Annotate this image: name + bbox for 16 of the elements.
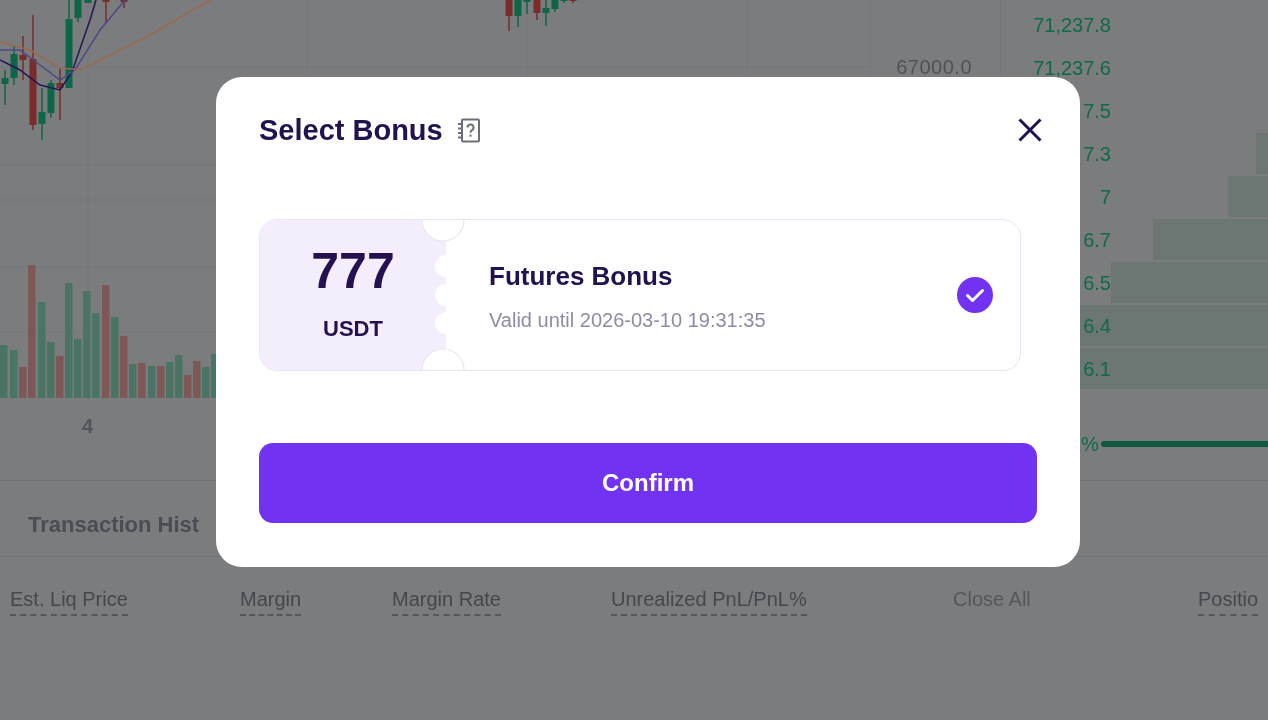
- bonus-title: Futures Bonus: [489, 260, 673, 292]
- close-button[interactable]: [1018, 118, 1042, 142]
- bonus-amount: 777: [311, 242, 395, 300]
- help-icon[interactable]: [456, 117, 481, 143]
- close-icon: [1018, 118, 1042, 142]
- bonus-validity: Valid until 2026-03-10 19:31:35: [489, 308, 766, 332]
- order-book-price: 71,237.8: [1033, 12, 1111, 37]
- candlestick-chart: [505, 0, 577, 32]
- order-book-price: 71,237.6: [1033, 55, 1111, 80]
- confirm-button[interactable]: Confirm: [259, 443, 1037, 523]
- bonus-card[interactable]: 777 USDT Futures Bonus Valid until 2026-03-10 19:31:35: [259, 219, 1021, 371]
- dialog-title: Select Bonus: [259, 113, 443, 148]
- order-book-price: 7.5: [1083, 98, 1111, 123]
- check-circle-icon[interactable]: [957, 277, 993, 313]
- ratio-label: %: [1081, 434, 1099, 454]
- bonus-currency: USDT: [323, 316, 383, 342]
